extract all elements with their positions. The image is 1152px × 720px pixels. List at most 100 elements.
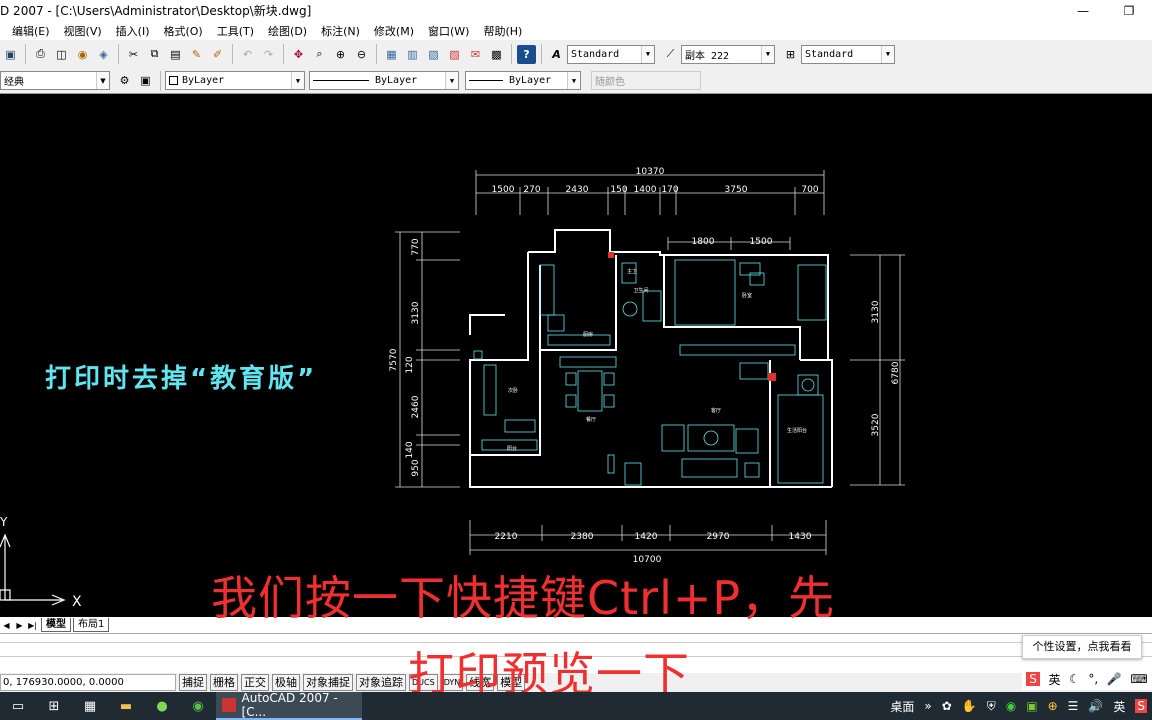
maximize-button[interactable]: ❐	[1106, 0, 1152, 21]
tab-layout1[interactable]: 布局1	[73, 618, 110, 632]
pan-icon[interactable]: ✥	[289, 45, 308, 64]
markup-icon[interactable]: ✉	[466, 45, 485, 64]
sogou-ime-icon[interactable]: S	[1135, 699, 1147, 713]
autocad-task-button[interactable]: AutoCAD 2007 - [C...	[216, 691, 362, 720]
room-label: 厨房	[583, 331, 593, 338]
workspace-select[interactable]: 经典 ▼	[0, 71, 110, 90]
dining-table	[577, 370, 603, 412]
status-toggle-button[interactable]: 极轴	[272, 674, 300, 691]
menu-item[interactable]: 修改(M)	[374, 23, 414, 39]
mic-icon[interactable]: 🎤	[1107, 672, 1122, 686]
match-properties-icon[interactable]: ✎	[187, 45, 206, 64]
calculator-app-icon[interactable]: ▦	[72, 692, 108, 720]
help-icon[interactable]: ?	[517, 44, 536, 64]
toolbar-separator	[376, 44, 377, 64]
wechat-icon[interactable]: ●	[144, 692, 180, 720]
calculator-icon[interactable]: ▩	[487, 45, 506, 64]
dimension-text: 120	[405, 356, 415, 373]
cut-icon[interactable]: ✂	[124, 45, 143, 64]
table-style-select[interactable]: Standard ▼	[801, 44, 895, 64]
file-explorer-icon[interactable]: ▬	[108, 692, 144, 720]
dim-style-value: 副本 222	[685, 50, 730, 62]
undo-icon[interactable]: ↶	[238, 45, 257, 64]
menu-item[interactable]: 工具(T)	[217, 23, 254, 39]
desktop-chevron[interactable]: »	[924, 699, 931, 713]
menu-item[interactable]: 标注(N)	[321, 23, 360, 39]
tray-hand-icon[interactable]: ✋	[962, 699, 977, 713]
tab-nav-next[interactable]: ▶	[13, 621, 26, 630]
keyboard-icon[interactable]: ⌨	[1130, 672, 1147, 686]
block-editor-icon[interactable]: ✐	[208, 45, 227, 64]
sogou-logo-icon[interactable]: S	[1026, 672, 1040, 686]
shield-icon[interactable]: ⛨	[987, 699, 996, 714]
status-toggle-button[interactable]: 对象追踪	[356, 674, 406, 691]
drawing-area[interactable]: 10370 1500 270 2430 150 1400 170 3750 700 1800 150…	[0, 95, 1152, 617]
desktop-toolbar[interactable]: 桌面	[890, 698, 914, 715]
ime-tooltip[interactable]: 个性设置，点我看看	[1022, 635, 1142, 659]
autocad-task-label: AutoCAD 2007 - [C...	[241, 691, 338, 719]
zoom-previous-icon[interactable]: ⊖	[352, 45, 371, 64]
dimension-text: 950	[411, 459, 421, 476]
network-icon[interactable]: ☰	[1068, 699, 1079, 713]
menu-item[interactable]: 视图(V)	[64, 23, 102, 39]
plot-preview-icon[interactable]: ◫	[52, 45, 71, 64]
publish-icon[interactable]: ◉	[73, 45, 92, 64]
menu-item[interactable]: 帮助(H)	[483, 23, 522, 39]
print-icon[interactable]: ⎙	[31, 45, 50, 64]
status-toggle-button[interactable]: 正交	[241, 674, 269, 691]
status-toggle-button[interactable]: 栅格	[210, 674, 238, 691]
text-style-select[interactable]: Standard ▼	[567, 44, 655, 64]
dim-style-select[interactable]: 副本 222 ▼	[681, 44, 775, 64]
dimension-text: 1400	[634, 185, 657, 195]
dimension-text: 2460	[411, 395, 421, 418]
taskview-icon[interactable]: ▭	[0, 692, 36, 720]
copy-icon[interactable]: ⧉	[145, 45, 164, 64]
security-icon[interactable]: ◉	[1006, 699, 1016, 713]
nvidia-icon[interactable]: ▣	[1026, 699, 1037, 713]
dimension-text: 170	[661, 185, 678, 195]
save-icon[interactable]: ▣	[1, 45, 20, 64]
toolbar-separator	[118, 44, 119, 64]
layer-manager-icon[interactable]: ▣	[136, 71, 155, 90]
minimize-button[interactable]: —	[1060, 0, 1106, 21]
zoom-window-icon[interactable]: ⊕	[331, 45, 350, 64]
tray-plus-icon[interactable]: ⊕	[1048, 699, 1058, 713]
status-toggle-button[interactable]: 对象捕捉	[303, 674, 353, 691]
lineweight-select[interactable]: ByLayer ▼	[465, 71, 581, 90]
tab-model[interactable]: 模型	[41, 618, 71, 632]
menu-item[interactable]: 格式(O)	[163, 23, 202, 39]
volume-icon[interactable]: 🔊	[1088, 699, 1103, 713]
menu-item[interactable]: 插入(I)	[116, 23, 150, 39]
ime-mode[interactable]: 英	[1048, 671, 1060, 688]
tray-app-icon[interactable]: ✿	[942, 699, 952, 713]
design-center-icon[interactable]: ▥	[403, 45, 422, 64]
punctuation-icon[interactable]: °,	[1088, 672, 1098, 686]
menu-item[interactable]: 绘图(D)	[268, 23, 307, 39]
paste-icon[interactable]: ▤	[166, 45, 185, 64]
redo-icon[interactable]: ↷	[259, 45, 278, 64]
status-toggle-button[interactable]: 捕捉	[179, 674, 207, 691]
menu-item[interactable]: 窗口(W)	[428, 23, 469, 39]
linetype-sample	[313, 80, 369, 81]
dimension-text: 7570	[389, 348, 399, 371]
workspace-settings-icon[interactable]: ⚙	[115, 71, 134, 90]
tool-palettes-icon[interactable]: ▧	[424, 45, 443, 64]
chevron-down-icon: ▼	[761, 45, 774, 63]
toolbar-separator	[283, 44, 284, 64]
color-select[interactable]: ByLayer ▼	[165, 71, 305, 90]
sheet-set-icon[interactable]: ▨	[445, 45, 464, 64]
browser-icon[interactable]: ◉	[180, 692, 216, 720]
tab-nav-last[interactable]: ▶|	[26, 621, 39, 630]
coordinate-readout: 0, 176930.0000, 0.0000	[0, 674, 176, 691]
windows-logo-icon[interactable]: ⊞	[36, 692, 72, 720]
table-style-icon: ⊞	[785, 47, 796, 61]
linetype-select[interactable]: ByLayer ▼	[309, 71, 459, 90]
properties-icon[interactable]: ▦	[382, 45, 401, 64]
menu-item[interactable]: 编辑(E)	[12, 23, 50, 39]
3d-dwf-icon[interactable]: ◈	[94, 45, 113, 64]
tray-lang[interactable]: 英	[1113, 698, 1125, 715]
tab-nav-first[interactable]: ◀	[0, 621, 13, 630]
zoom-realtime-icon[interactable]: ⌕	[310, 45, 329, 64]
moon-icon[interactable]: ☾	[1069, 672, 1080, 686]
plotstyle-select[interactable]: 随颜色	[591, 71, 701, 90]
